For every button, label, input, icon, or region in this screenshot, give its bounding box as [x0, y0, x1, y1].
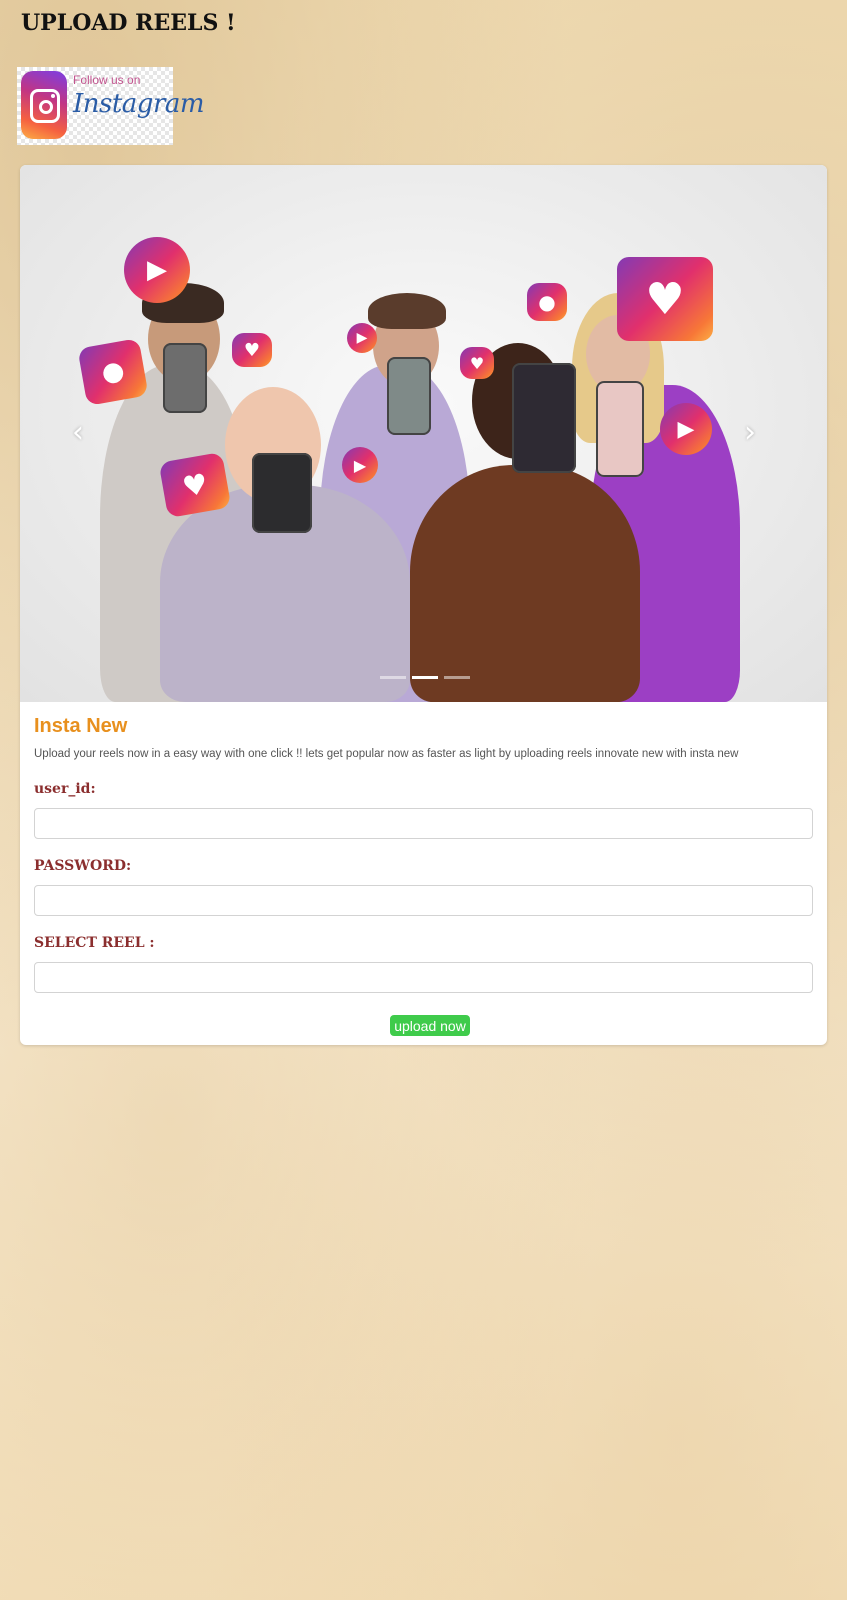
select-reel-label: SELECT REEL :	[34, 935, 155, 951]
image-carousel[interactable]: ▶ ● ♥ ▶ ♥ ▶ ♥ ● ♥ ▶ ‹ ›	[20, 165, 827, 702]
carousel-prev-icon[interactable]: ‹	[72, 415, 84, 450]
upload-card: ▶ ● ♥ ▶ ♥ ▶ ♥ ● ♥ ▶ ‹ › Insta New Upload…	[20, 165, 827, 1045]
upload-now-button[interactable]: upload now	[390, 1015, 470, 1036]
carousel-indicators	[380, 676, 470, 679]
instagram-follow-badge[interactable]: Follow us on Instagram	[17, 67, 205, 145]
user-id-input[interactable]	[34, 808, 813, 839]
select-reel-input[interactable]	[34, 962, 813, 993]
carousel-indicator[interactable]	[380, 676, 406, 679]
password-input[interactable]	[34, 885, 813, 916]
carousel-slide-image: ▶ ● ♥ ▶ ♥ ▶ ♥ ● ♥ ▶	[20, 165, 827, 702]
carousel-indicator[interactable]	[444, 676, 470, 679]
carousel-next-icon[interactable]: ›	[744, 415, 756, 450]
instagram-logo-icon	[21, 71, 67, 139]
card-description: Upload your reels now in a easy way with…	[34, 748, 739, 760]
badge-brand-text: Instagram	[73, 89, 205, 119]
carousel-indicator-active[interactable]	[412, 676, 438, 679]
password-label: PASSWORD:	[34, 858, 132, 874]
page-title: UPLOAD REELS !	[21, 10, 236, 36]
user-id-label: user_id:	[34, 781, 96, 797]
card-title: Insta New	[34, 715, 128, 737]
badge-follow-text: Follow us on	[73, 73, 141, 87]
